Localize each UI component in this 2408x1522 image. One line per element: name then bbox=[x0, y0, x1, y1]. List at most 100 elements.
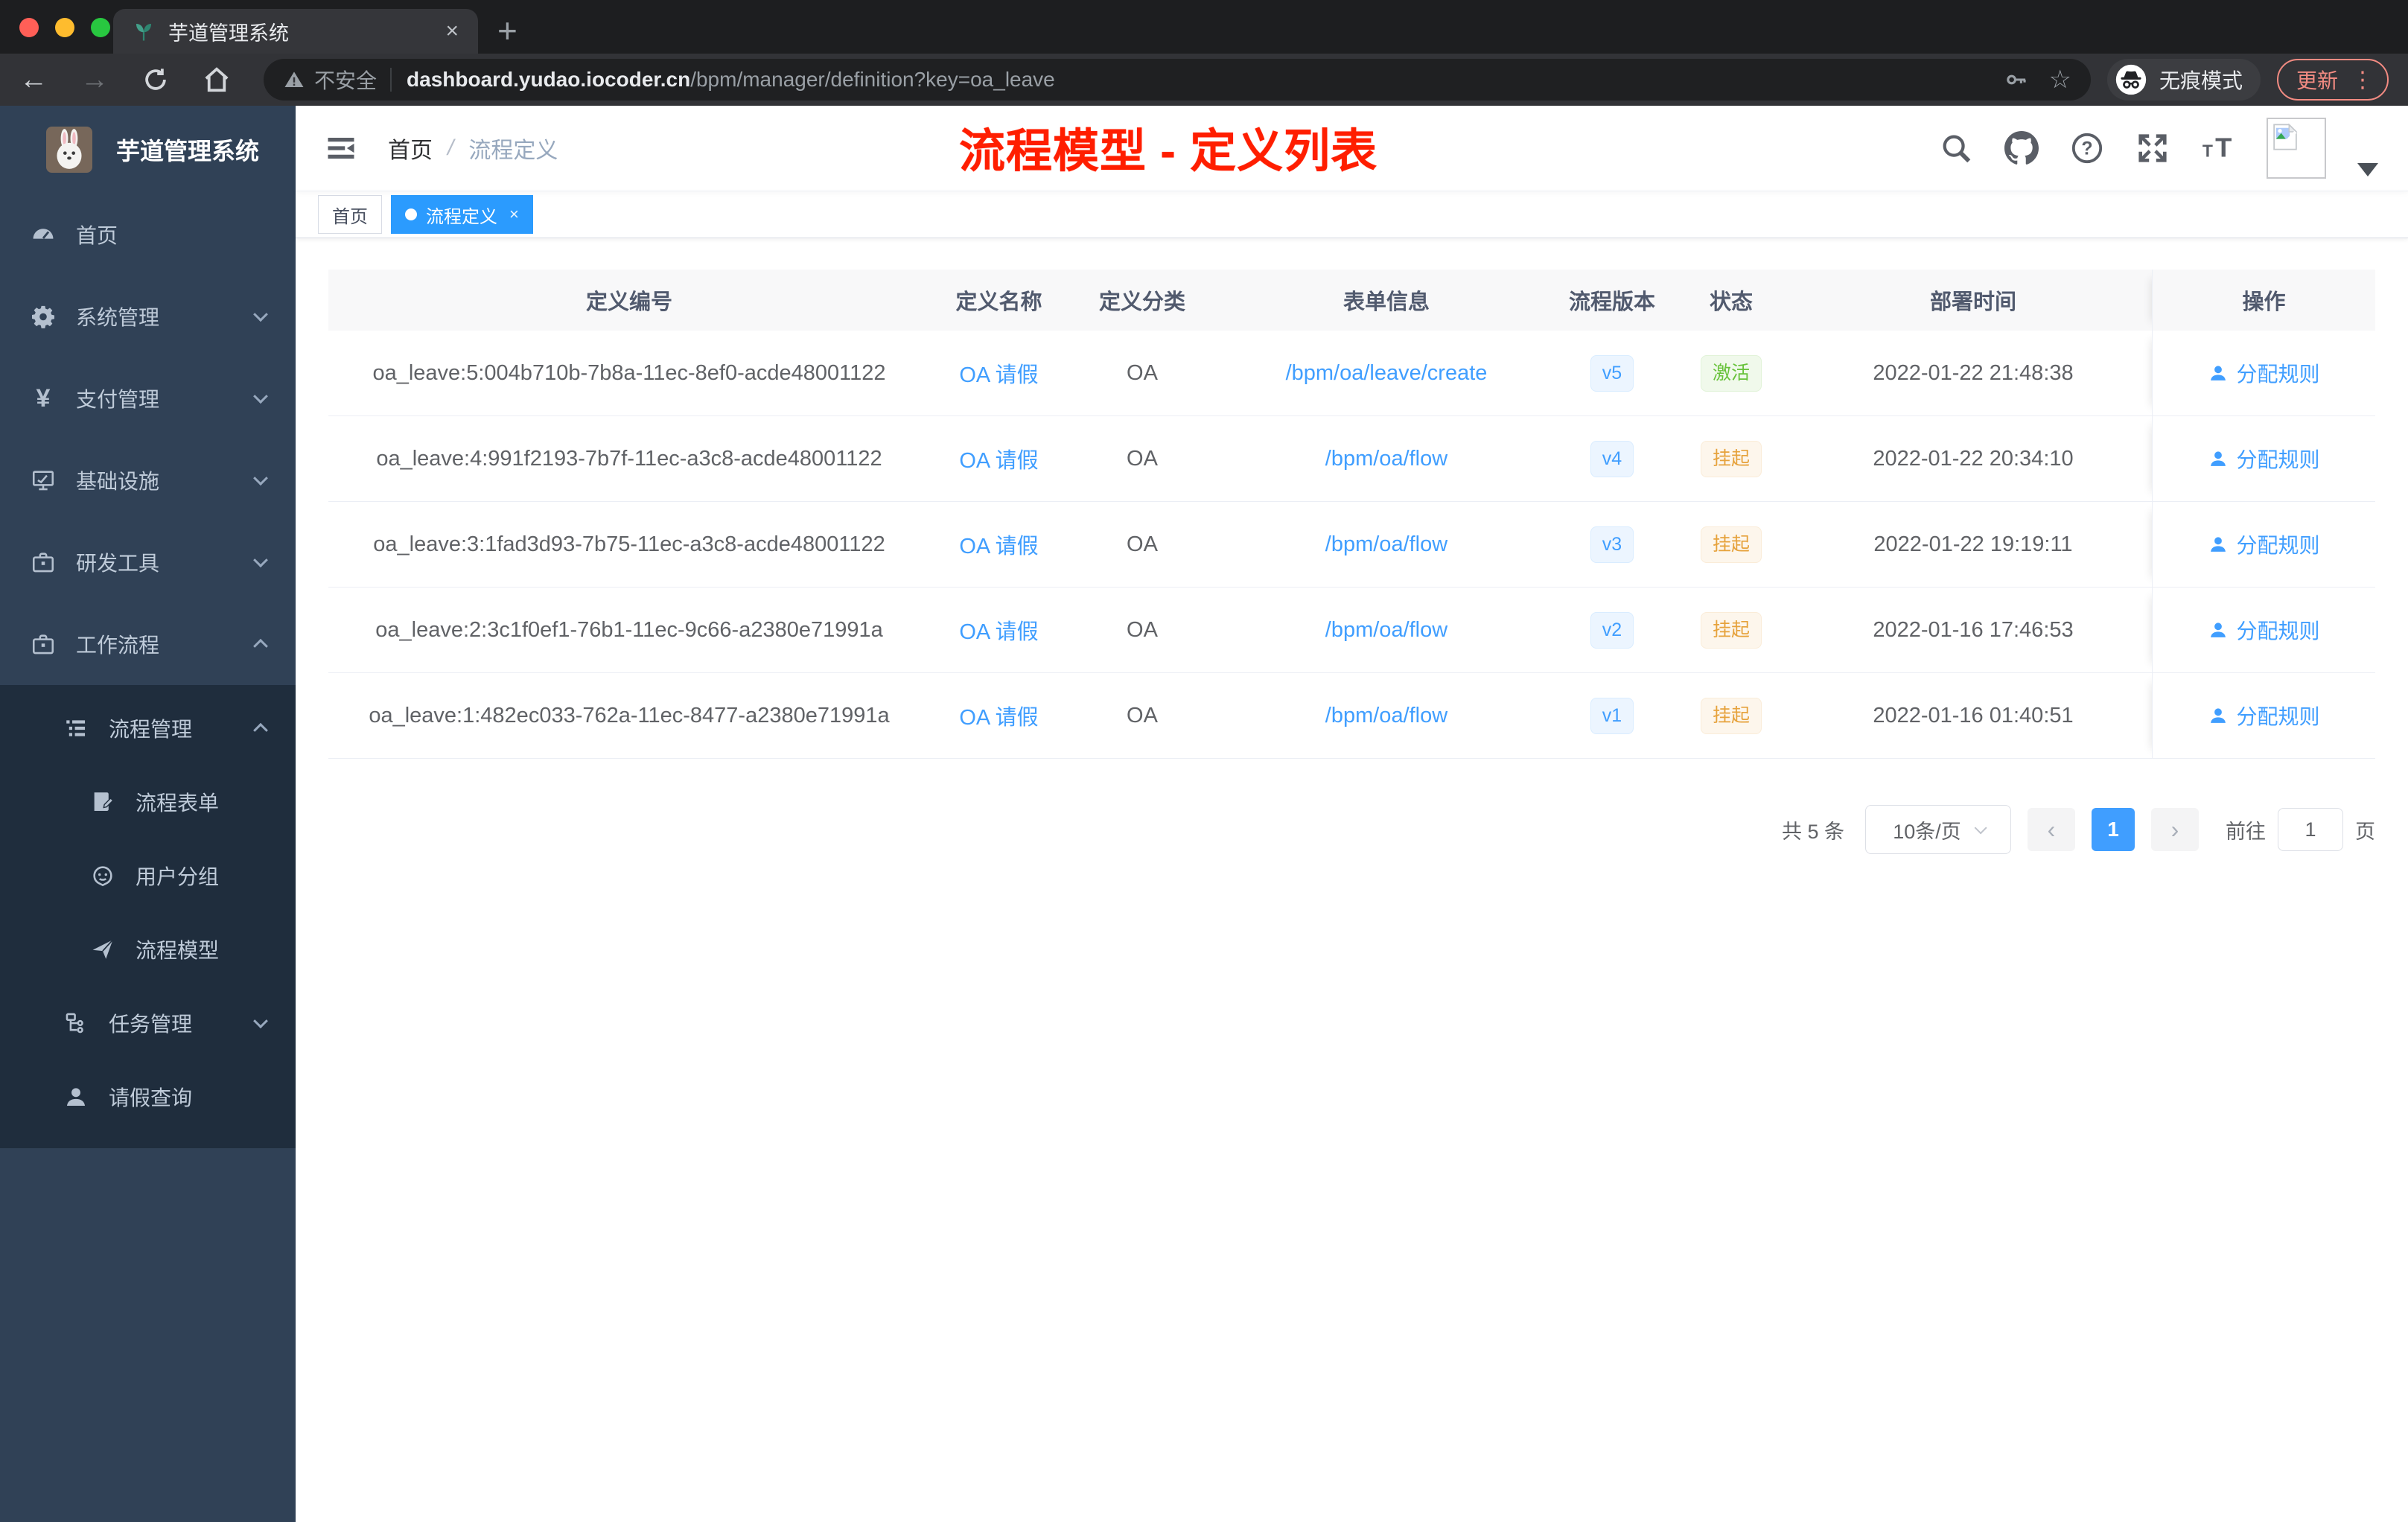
page-size-select[interactable]: 10条/页 bbox=[1865, 805, 2011, 854]
chevron-down-icon bbox=[253, 1013, 268, 1028]
form-link[interactable]: /bpm/oa/flow bbox=[1325, 532, 1447, 557]
deploy-time: 2022-01-22 19:19:11 bbox=[1873, 532, 2073, 556]
sidebar-item-task-management[interactable]: 任务管理 bbox=[0, 986, 296, 1060]
close-tab-icon[interactable]: × bbox=[445, 19, 459, 44]
sidebar-item-process-management[interactable]: 流程管理 bbox=[0, 691, 296, 765]
sidebar-item-user-group[interactable]: 用户分组 bbox=[0, 838, 296, 912]
navbar-actions: ? TT bbox=[1939, 118, 2378, 179]
status-badge: 挂起 bbox=[1700, 697, 1762, 734]
prev-page-button[interactable]: ‹ bbox=[2028, 808, 2075, 851]
goto-page-input[interactable]: 1 bbox=[2278, 808, 2343, 851]
address-bar[interactable]: 不安全 dashboard.yudao.iocoder.cn/bpm/manag… bbox=[264, 59, 2091, 101]
breadcrumb-home[interactable]: 首页 bbox=[388, 132, 433, 165]
form-link[interactable]: /bpm/oa/leave/create bbox=[1286, 361, 1488, 386]
security-label[interactable]: 不安全 bbox=[314, 65, 377, 95]
page-number-button[interactable]: 1 bbox=[2092, 808, 2135, 851]
hamburger-icon[interactable] bbox=[325, 133, 357, 164]
deploy-time: 2022-01-16 01:40:51 bbox=[1873, 703, 2074, 727]
definition-id: oa_leave:3:1fad3d93-7b75-11ec-a3c8-acde4… bbox=[373, 532, 885, 556]
table-row: oa_leave:4:991f2193-7b7f-11ec-a3c8-acde4… bbox=[328, 416, 2375, 502]
version-badge: v2 bbox=[1590, 611, 1634, 649]
paper-plane-icon bbox=[89, 936, 116, 963]
sidebar-item-leave-query[interactable]: 请假查询 bbox=[0, 1060, 296, 1133]
sidebar-item-dev-tools[interactable]: 研发工具 bbox=[0, 521, 296, 603]
form-link[interactable]: /bpm/oa/flow bbox=[1325, 704, 1447, 728]
breadcrumb-separator: / bbox=[447, 136, 454, 160]
tag-process-definition[interactable]: 流程定义 × bbox=[391, 195, 533, 234]
gear-icon bbox=[30, 303, 57, 330]
sidebar-item-label: 支付管理 bbox=[76, 388, 160, 411]
definition-name-link[interactable]: OA 请假 bbox=[959, 443, 1038, 474]
user-avatar[interactable] bbox=[2267, 118, 2326, 179]
url-text[interactable]: dashboard.yudao.iocoder.cn/bpm/manager/d… bbox=[407, 68, 2004, 92]
list-icon bbox=[63, 715, 89, 742]
close-window-button[interactable] bbox=[19, 18, 39, 37]
definition-category: OA bbox=[1127, 703, 1158, 727]
incognito-badge: 无痕模式 bbox=[2106, 59, 2261, 101]
url-host: dashboard.yudao.iocoder.cn bbox=[407, 68, 691, 91]
new-tab-button[interactable]: + bbox=[497, 13, 517, 48]
monitor-icon bbox=[30, 467, 57, 494]
table-row: oa_leave:3:1fad3d93-7b75-11ec-a3c8-acde4… bbox=[328, 502, 2375, 588]
browser-menu-icon[interactable]: ⋮ bbox=[2351, 67, 2374, 93]
definition-name-link[interactable]: OA 请假 bbox=[959, 357, 1038, 389]
password-key-icon[interactable] bbox=[2004, 67, 2029, 92]
browser-tab-title: 芋道管理系统 bbox=[168, 22, 289, 45]
sidebar-item-label: 工作流程 bbox=[76, 634, 160, 657]
assign-rule-link[interactable]: 分配规则 bbox=[2208, 444, 2320, 474]
next-page-button[interactable]: › bbox=[2151, 808, 2199, 851]
fullscreen-icon[interactable] bbox=[2135, 131, 2170, 165]
screen: 芋道管理系统 × + ← → 不安全 dashboard.yudao.iocod… bbox=[0, 0, 2408, 1522]
update-button[interactable]: 更新 ⋮ bbox=[2276, 59, 2389, 101]
security-warning-icon bbox=[283, 69, 305, 91]
sidebar-item-infrastructure[interactable]: 基础设施 bbox=[0, 439, 296, 521]
font-size-icon[interactable]: TT bbox=[2201, 131, 2235, 165]
tag-home[interactable]: 首页 bbox=[318, 195, 382, 234]
browser-tab[interactable]: 芋道管理系统 × bbox=[113, 9, 478, 54]
assign-rule-link[interactable]: 分配规则 bbox=[2208, 615, 2320, 645]
form-link[interactable]: /bpm/oa/flow bbox=[1325, 618, 1447, 643]
assign-rule-link[interactable]: 分配规则 bbox=[2208, 529, 2320, 559]
assign-rule-link[interactable]: 分配规则 bbox=[2208, 358, 2320, 388]
sidebar-item-process-model[interactable]: 流程模型 bbox=[0, 912, 296, 986]
home-button[interactable] bbox=[203, 66, 231, 94]
update-label: 更新 bbox=[2296, 69, 2338, 92]
table-row: oa_leave:5:004b710b-7b8a-11ec-8ef0-acde4… bbox=[328, 331, 2375, 416]
chevron-down-icon bbox=[253, 307, 268, 322]
sidebar-item-payment[interactable]: ¥ 支付管理 bbox=[0, 357, 296, 439]
page-size-value: 10条/页 bbox=[1893, 820, 1961, 843]
app-logo[interactable]: 芋道管理系统 bbox=[0, 106, 296, 194]
forward-button[interactable]: → bbox=[80, 66, 109, 94]
column-header: 定义名称 bbox=[955, 290, 1042, 314]
bookmark-star-icon[interactable]: ☆ bbox=[2048, 65, 2071, 95]
definition-category: OA bbox=[1127, 532, 1158, 556]
robot-face-icon bbox=[89, 862, 116, 889]
assign-rule-link[interactable]: 分配规则 bbox=[2208, 701, 2320, 730]
definition-id: oa_leave:1:482ec033-762a-11ec-8477-a2380… bbox=[369, 703, 890, 727]
definition-category: OA bbox=[1127, 360, 1158, 385]
logo-avatar bbox=[46, 127, 95, 173]
definition-name-link[interactable]: OA 请假 bbox=[959, 614, 1038, 646]
reload-button[interactable] bbox=[141, 66, 170, 94]
form-link[interactable]: /bpm/oa/flow bbox=[1325, 447, 1447, 471]
sidebar-item-home[interactable]: 首页 bbox=[0, 194, 296, 276]
github-icon[interactable] bbox=[2004, 131, 2039, 165]
search-icon[interactable] bbox=[1939, 131, 1973, 165]
help-icon[interactable]: ? bbox=[2070, 131, 2104, 165]
definition-name-link[interactable]: OA 请假 bbox=[959, 529, 1038, 560]
caret-down-icon[interactable] bbox=[2357, 163, 2378, 176]
sidebar-item-workflow[interactable]: 工作流程 bbox=[0, 603, 296, 685]
incognito-icon bbox=[2115, 63, 2147, 96]
sidebar-item-system[interactable]: 系统管理 bbox=[0, 276, 296, 357]
tree-icon bbox=[63, 1010, 89, 1037]
definition-category: OA bbox=[1127, 617, 1158, 642]
sidebar-item-label: 流程模型 bbox=[136, 938, 220, 962]
maximize-window-button[interactable] bbox=[91, 18, 110, 37]
sidebar-item-label: 流程表单 bbox=[136, 791, 220, 815]
minimize-window-button[interactable] bbox=[55, 18, 74, 37]
close-tag-icon[interactable]: × bbox=[509, 205, 519, 224]
column-header: 操作 bbox=[2152, 270, 2375, 331]
back-button[interactable]: ← bbox=[19, 66, 48, 94]
sidebar-item-process-form[interactable]: 流程表单 bbox=[0, 765, 296, 838]
definition-name-link[interactable]: OA 请假 bbox=[959, 700, 1038, 731]
